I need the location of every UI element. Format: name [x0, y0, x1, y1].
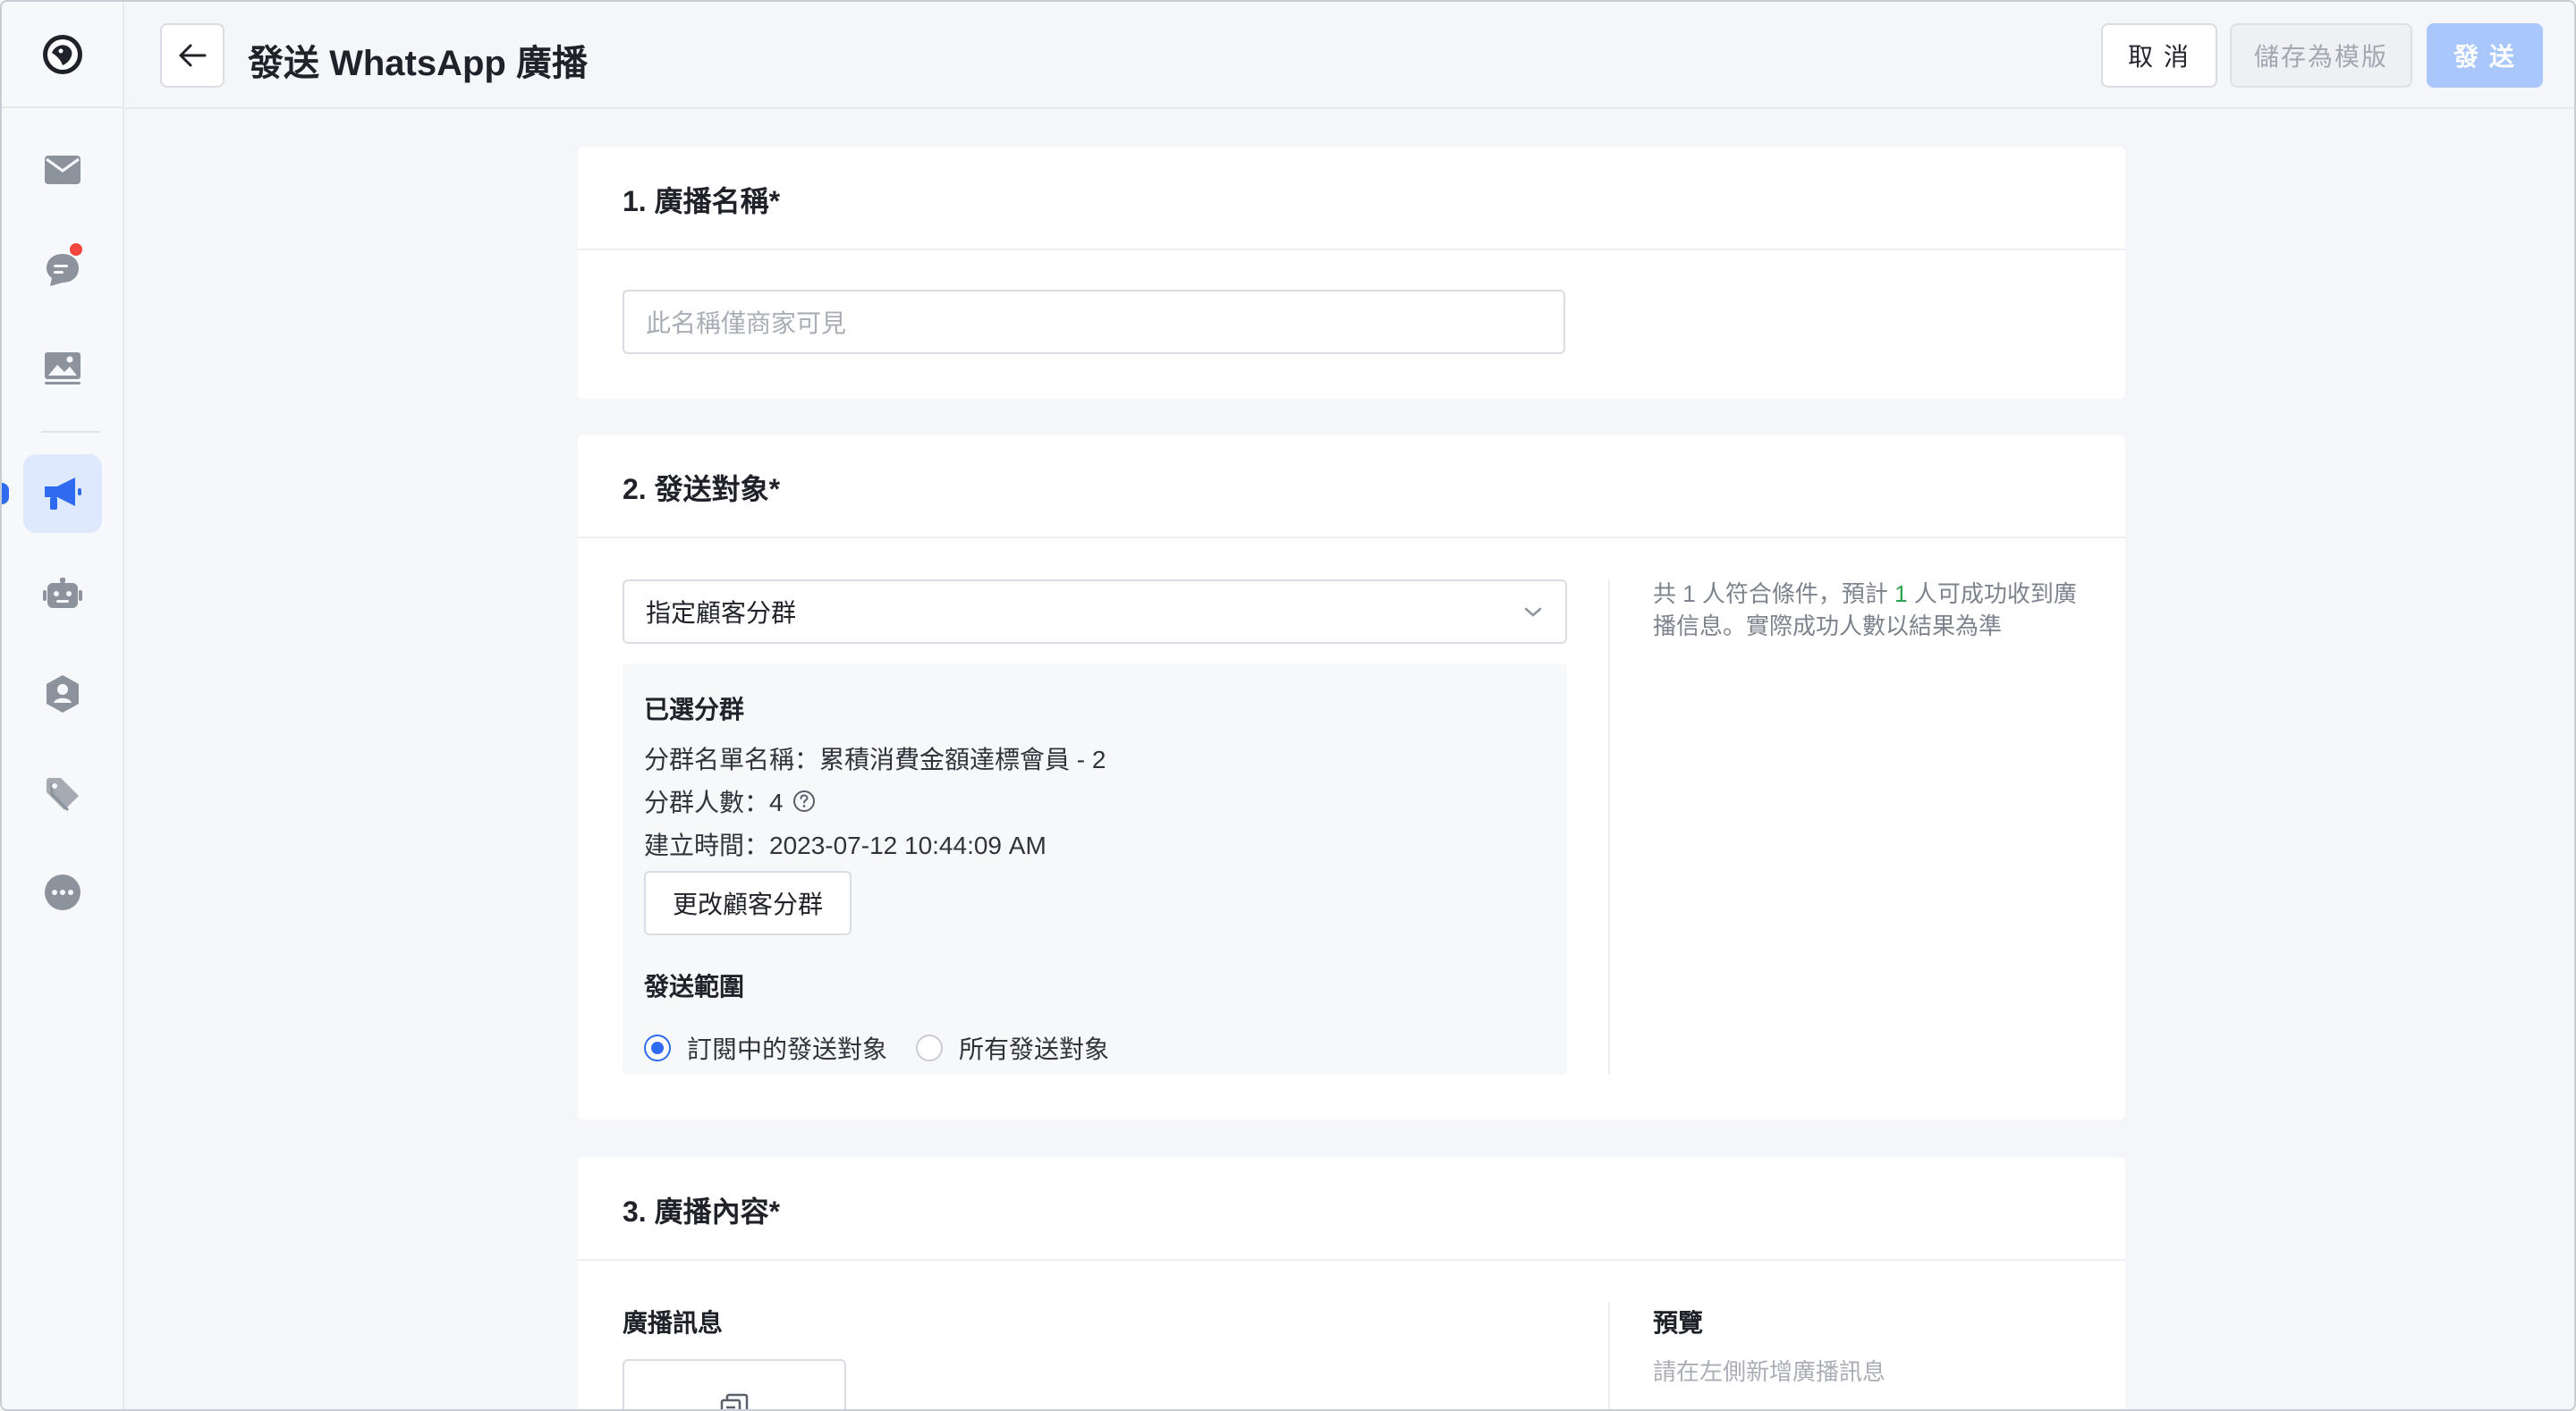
message-label: 廣播訊息 — [623, 1309, 724, 1337]
megaphone-icon — [45, 477, 81, 510]
user-shield-icon — [47, 675, 79, 713]
segment-count-row: 分群人數：4 — [644, 783, 816, 819]
mail-icon — [45, 156, 80, 184]
send-scope-radio-group: 訂閱中的發送對象 所有發送對象 — [644, 1030, 1109, 1066]
arrow-left-icon — [179, 44, 207, 67]
change-segment-button[interactable]: 更改顧客分群 — [644, 871, 852, 935]
radio-all-label[interactable]: 所有發送對象 — [959, 1030, 1109, 1066]
target-select[interactable]: 指定顧客分群 — [623, 579, 1567, 644]
page-header: 發送 WhatsApp 廣播 取 消 儲存為模版 發 送 — [124, 2, 2574, 109]
input-placeholder: 此名稱僅商家可見 — [646, 309, 847, 337]
broadcast-name-input[interactable]: 此名稱僅商家可見 — [623, 290, 1565, 354]
page-title: 發送 WhatsApp 廣播 — [248, 44, 588, 83]
copy-icon — [720, 1393, 749, 1409]
recipient-summary: 共 1 人符合條件，預計 1 人可成功收到廣播信息。實際成功人數以結果為準 — [1653, 580, 2077, 639]
select-value: 指定顧客分群 — [646, 599, 797, 627]
preview-label: 預覽 — [1653, 1309, 1704, 1337]
save-template-button[interactable]: 儲存為模版 — [2230, 23, 2412, 88]
sidebar-item-broadcast[interactable] — [23, 454, 102, 533]
sidebar-divider — [41, 431, 100, 433]
selected-segment-panel: 已選分群 分群名單名稱：累積消費金額達標會員 - 2 分群人數：4 建立時間：2… — [623, 663, 1567, 1075]
chevron-down-icon — [1524, 607, 1542, 617]
send-scope-label: 發送範圍 — [644, 973, 745, 1001]
sidebar-item-media[interactable] — [23, 329, 102, 408]
segment-name: 分群名單名稱：累積消費金額達標會員 - 2 — [644, 746, 1106, 773]
send-button[interactable]: 發 送 — [2427, 23, 2543, 88]
broadcast-name-card: 1. 廣播名稱* 此名稱僅商家可見 — [578, 147, 2125, 399]
app-window: 發送 WhatsApp 廣播 取 消 儲存為模版 發 送 1. 廣播名稱* 此名… — [0, 0, 2576, 1411]
sidebar-item-mail[interactable] — [23, 131, 102, 209]
column-divider — [1608, 1302, 1610, 1409]
back-button[interactable] — [160, 23, 225, 88]
sidebar-item-bot[interactable] — [23, 554, 102, 633]
tag-icon — [47, 778, 79, 812]
section-title: 3. 廣播內容* — [623, 1196, 781, 1228]
sidebar-item-tags[interactable] — [23, 755, 102, 833]
sidebar-item-contacts[interactable] — [23, 655, 102, 733]
card-divider — [578, 1259, 2125, 1261]
radio-subscribed[interactable] — [644, 1035, 671, 1061]
card-divider — [578, 537, 2125, 538]
radio-subscribed-label[interactable]: 訂閱中的發送對象 — [687, 1030, 887, 1066]
broadcast-content-card: 3. 廣播內容* 廣播訊息 預覽 請在左側新增廣播訊息 — [578, 1157, 2125, 1409]
notification-badge — [68, 241, 84, 258]
column-divider — [1608, 579, 1610, 1075]
sidebar-item-more[interactable] — [23, 853, 102, 932]
section-title: 2. 發送對象* — [623, 473, 781, 505]
card-divider — [578, 249, 2125, 250]
recipients-card: 2. 發送對象* 指定顧客分群 已選分群 分群名單名稱：累積消費金額達標會員 -… — [578, 435, 2125, 1120]
radio-all[interactable] — [916, 1035, 944, 1061]
success-count: 1 — [1894, 580, 1908, 607]
app-logo[interactable] — [2, 2, 123, 108]
robot-icon — [43, 578, 82, 608]
sidebar — [2, 2, 124, 1409]
more-icon — [45, 874, 80, 910]
segment-created-time: 建立時間：2023-07-12 10:44:09 AM — [644, 832, 1046, 859]
image-icon — [45, 352, 80, 384]
logo-icon — [42, 34, 82, 74]
selected-segment-label: 已選分群 — [644, 696, 745, 723]
add-message-button[interactable] — [623, 1359, 846, 1409]
cancel-button[interactable]: 取 消 — [2101, 23, 2217, 88]
help-icon[interactable] — [792, 790, 816, 813]
preview-empty-text: 請在左側新增廣播訊息 — [1653, 1358, 1886, 1385]
sidebar-item-chat[interactable] — [23, 231, 102, 309]
active-indicator — [2, 483, 9, 504]
section-title: 1. 廣播名稱* — [623, 185, 781, 217]
segment-count: 分群人數：4 — [644, 789, 784, 816]
